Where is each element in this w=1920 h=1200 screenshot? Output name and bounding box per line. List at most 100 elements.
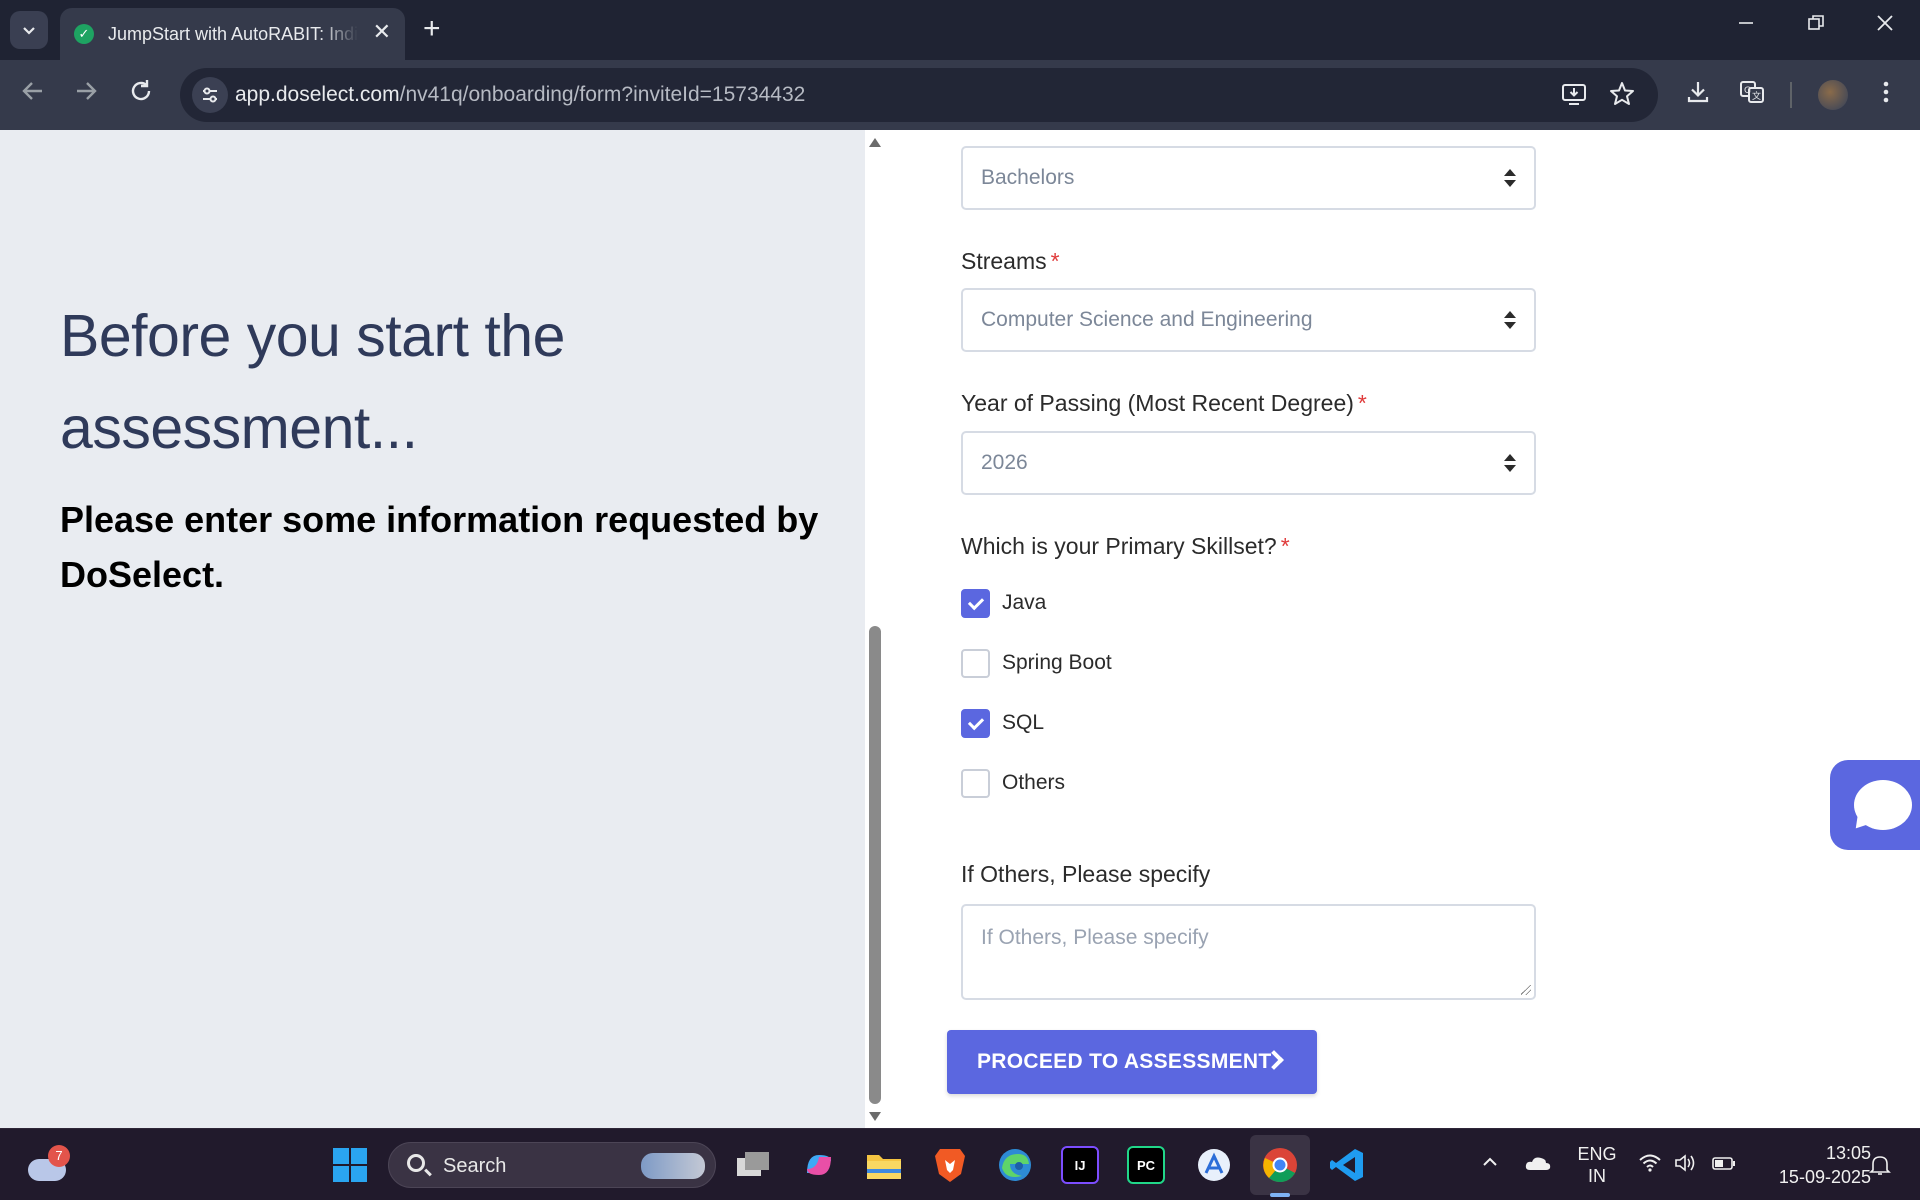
address-bar[interactable]: app.doselect.com/nv41q/onboarding/form?i… <box>180 68 1658 122</box>
streams-select-value: Computer Science and Engineering <box>981 308 1313 331</box>
page-content: Before you start the assessment... Pleas… <box>0 130 1920 1128</box>
page-subheading: Please enter some information requested … <box>60 499 819 595</box>
select-arrows-icon <box>1504 310 1516 332</box>
menu-kebab-icon[interactable] <box>1872 78 1900 113</box>
onedrive-cloud-icon[interactable] <box>1524 1153 1552 1179</box>
battery-icon[interactable] <box>1711 1153 1737 1179</box>
site-info-icon[interactable] <box>192 77 228 113</box>
proceed-to-assessment-button[interactable]: PROCEED TO ASSESSMENT <box>947 1030 1317 1094</box>
select-arrows-icon <box>1504 168 1516 190</box>
year-of-passing-select[interactable]: 2026 <box>961 431 1536 495</box>
weather-widget[interactable]: 7 <box>28 1145 70 1185</box>
spring-boot-checkbox[interactable] <box>961 648 990 678</box>
others-checkbox[interactable] <box>961 768 990 798</box>
copilot-icon[interactable] <box>797 1143 841 1187</box>
chevron-up-icon[interactable] <box>1481 1153 1499 1177</box>
notifications-bell-icon[interactable] <box>1868 1153 1892 1183</box>
page-headline: Before you start the assessment... <box>60 303 565 461</box>
others-specify-textarea[interactable]: If Others, Please specify <box>961 904 1536 1000</box>
svg-text:G: G <box>1744 86 1751 96</box>
java-checkbox[interactable] <box>961 588 990 618</box>
chrome-browser-icon[interactable] <box>1258 1143 1302 1187</box>
task-view-icon[interactable] <box>731 1143 775 1187</box>
clock-time: 13:05 <box>1825 1143 1871 1163</box>
new-tab-button[interactable]: + <box>423 12 441 46</box>
vscode-icon[interactable] <box>1325 1143 1369 1187</box>
reload-icon[interactable] <box>128 78 154 110</box>
language-code: ENG <box>1577 1144 1617 1164</box>
degree-select-value: Bachelors <box>981 166 1075 189</box>
clock[interactable]: 13:05 15-09-2025 <box>1755 1141 1871 1189</box>
tab-search-button[interactable] <box>10 11 48 49</box>
pycharm-icon[interactable]: PC <box>1127 1146 1165 1184</box>
streams-select[interactable]: Computer Science and Engineering <box>961 288 1536 352</box>
skill-option-others[interactable]: Others <box>961 768 1065 798</box>
file-explorer-icon[interactable] <box>862 1143 906 1187</box>
close-window-icon[interactable] <box>1876 14 1894 38</box>
chat-widget-button[interactable] <box>1830 760 1920 850</box>
forward-icon[interactable] <box>73 78 99 110</box>
required-asterisk: * <box>1357 390 1367 416</box>
translate-icon[interactable]: G文 <box>1738 78 1766 113</box>
taskbar-search-label: Search <box>443 1155 507 1177</box>
proceed-button-label: PROCEED TO ASSESSMENT <box>977 1050 1272 1073</box>
region-code: IN <box>1588 1166 1606 1186</box>
skill-option-label: SQL <box>1002 711 1045 734</box>
others-specify-label: If Others, Please specify <box>961 861 1211 887</box>
bookmark-star-icon[interactable] <box>1608 80 1636 114</box>
weather-badge: 7 <box>48 1145 70 1167</box>
scroll-down-arrow-icon[interactable] <box>869 1112 881 1121</box>
browser-toolbar: app.doselect.com/nv41q/onboarding/form?i… <box>0 60 1920 130</box>
intro-panel: Before you start the assessment... Pleas… <box>0 130 865 1128</box>
restore-icon[interactable] <box>1807 14 1825 38</box>
profile-avatar[interactable] <box>1818 80 1848 110</box>
taskbar: 7 Search IJ PC ENG IN 13:05 15-09-2025 <box>0 1128 1920 1200</box>
textarea-placeholder: If Others, Please specify <box>981 926 1209 949</box>
edge-browser-icon[interactable] <box>993 1143 1037 1187</box>
toolbar-divider <box>1790 82 1792 108</box>
skill-option-java[interactable]: Java <box>961 588 1046 618</box>
language-indicator[interactable]: ENG IN <box>1573 1143 1621 1187</box>
year-of-passing-select-value: 2026 <box>981 451 1028 474</box>
skill-option-label: Others <box>1002 771 1066 794</box>
required-asterisk: * <box>1050 248 1060 274</box>
volume-icon[interactable] <box>1674 1153 1698 1179</box>
skill-option-sql[interactable]: SQL <box>961 708 1044 738</box>
url-path: /nv41q/onboarding/form?inviteId=15734432 <box>399 83 806 106</box>
streams-label: Streams * <box>961 248 1060 274</box>
search-highlight-art <box>641 1153 705 1179</box>
primary-skillset-label: Which is your Primary Skillset? * <box>961 533 1290 559</box>
scrollbar[interactable] <box>865 130 885 1128</box>
url-text[interactable]: app.doselect.com/nv41q/onboarding/form?i… <box>235 83 805 107</box>
install-app-icon[interactable] <box>1560 80 1588 114</box>
back-icon[interactable] <box>20 78 46 110</box>
scroll-up-arrow-icon[interactable] <box>869 138 881 147</box>
taskbar-search[interactable]: Search <box>388 1142 716 1188</box>
scroll-thumb[interactable] <box>869 626 881 1104</box>
browser-tab-bar: ✓ JumpStart with AutoRABIT: India ✕ + <box>0 0 1920 60</box>
year-of-passing-label: Year of Passing (Most Recent Degree) * <box>961 390 1367 416</box>
url-host: app.doselect.com <box>235 83 400 106</box>
sql-checkbox[interactable] <box>961 708 990 738</box>
degree-select[interactable]: Bachelors <box>961 146 1536 210</box>
brave-browser-icon[interactable] <box>928 1143 972 1187</box>
resize-grip-icon[interactable] <box>1521 985 1531 995</box>
skill-option-spring-boot[interactable]: Spring Boot <box>961 648 1112 678</box>
select-arrows-icon <box>1504 453 1516 475</box>
clock-date: 15-09-2025 <box>1778 1167 1871 1187</box>
download-icon[interactable] <box>1684 78 1712 113</box>
browser-tab[interactable]: ✓ JumpStart with AutoRABIT: India ✕ <box>60 8 405 60</box>
svg-text:文: 文 <box>1752 90 1761 102</box>
tab-close-icon[interactable]: ✕ <box>373 20 391 44</box>
chevron-down-icon <box>23 27 35 35</box>
skill-option-label: Java <box>1002 591 1047 614</box>
required-asterisk: * <box>1280 533 1290 559</box>
active-app-indicator <box>1270 1193 1290 1197</box>
windows-start-icon[interactable] <box>333 1148 367 1182</box>
skill-option-label: Spring Boot <box>1002 651 1112 674</box>
intellij-idea-icon[interactable]: IJ <box>1061 1146 1099 1184</box>
search-icon <box>407 1154 425 1172</box>
wifi-icon[interactable] <box>1638 1153 1662 1179</box>
minimize-icon[interactable] <box>1737 14 1755 38</box>
app-store-icon[interactable] <box>1192 1143 1236 1187</box>
